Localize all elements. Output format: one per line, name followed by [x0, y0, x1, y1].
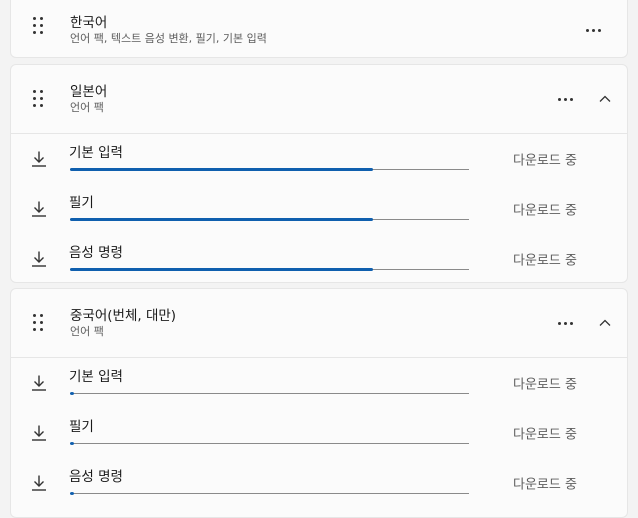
feature-row: 기본 입력다운로드 중	[11, 134, 627, 184]
chevron-up-icon[interactable]	[597, 91, 613, 107]
progress-fill	[70, 218, 374, 221]
language-card-japanese: 일본어 언어 팩 기본 입력 다운로드 중 필기 다운로드 중 음성 명령 다운로드 중	[10, 64, 628, 283]
progress-fill	[70, 442, 74, 445]
progress-fill	[70, 392, 74, 395]
language-title-block: 일본어 언어 팩	[70, 83, 107, 115]
feature-row: 필기다운로드 중	[11, 184, 627, 234]
progress-bar	[70, 218, 469, 221]
feature-list: 기본 입력 다운로드 중 필기 다운로드 중 음성 명령 다운로드 중	[11, 134, 627, 282]
download-icon	[32, 251, 46, 267]
status-text: 다운로드 중	[513, 427, 577, 443]
progress-fill	[70, 492, 74, 495]
progress-bar	[70, 168, 469, 171]
language-card-header: 중국어(번체, 대만) 언어 팩	[11, 289, 627, 357]
progress-bar	[70, 268, 469, 271]
feature-label: 음성 명령	[69, 469, 123, 485]
feature-label: 기본 입력	[69, 145, 123, 161]
status-text: 다운로드 중	[513, 253, 577, 269]
feature-row: 필기다운로드 중	[11, 408, 627, 458]
progress-bar	[70, 442, 469, 445]
more-options-icon[interactable]	[557, 90, 575, 108]
more-options-icon[interactable]	[585, 21, 603, 39]
language-card-korean: 한국어 언어 팩, 텍스트 음성 변환, 필기, 기본 입력	[10, 0, 628, 58]
language-card-header: 일본어 언어 팩	[11, 65, 627, 133]
status-text: 다운로드 중	[513, 477, 577, 493]
drag-handle-icon[interactable]	[33, 314, 45, 332]
progress-bar	[70, 392, 469, 395]
status-text: 다운로드 중	[513, 153, 577, 169]
progress-fill	[70, 268, 374, 271]
language-subtitle: 언어 팩	[70, 325, 104, 338]
status-text: 다운로드 중	[513, 377, 577, 393]
feature-row: 음성 명령다운로드 중	[11, 458, 627, 508]
language-title: 중국어(번체, 대만)	[70, 308, 177, 324]
download-icon	[32, 425, 46, 441]
status-text: 다운로드 중	[513, 203, 577, 219]
language-title-block: 한국어 언어 팩, 텍스트 음성 변환, 필기, 기본 입력	[70, 14, 267, 46]
drag-handle-icon[interactable]	[33, 90, 45, 108]
language-subtitle: 언어 팩, 텍스트 음성 변환, 필기, 기본 입력	[70, 32, 267, 45]
download-icon	[32, 375, 46, 391]
download-icon	[32, 475, 46, 491]
feature-label: 음성 명령	[69, 245, 123, 261]
language-title: 일본어	[70, 84, 108, 100]
progress-fill	[70, 168, 374, 171]
drag-handle-icon[interactable]	[33, 17, 45, 35]
language-subtitle: 언어 팩	[70, 101, 104, 114]
download-icon	[32, 201, 46, 217]
language-title-block: 중국어(번체, 대만) 언어 팩	[70, 307, 176, 339]
feature-label: 필기	[69, 195, 94, 211]
language-card-header: 한국어 언어 팩, 텍스트 음성 변환, 필기, 기본 입력	[11, 0, 627, 57]
download-icon	[32, 151, 46, 167]
more-options-icon[interactable]	[557, 314, 575, 332]
progress-bar	[70, 492, 469, 495]
language-card-chinese-traditional: 중국어(번체, 대만) 언어 팩 기본 입력 다운로드 중 필기 다운로드 중 음성 명…	[10, 288, 628, 518]
feature-row: 음성 명령다운로드 중	[11, 234, 627, 282]
feature-label: 필기	[69, 419, 94, 435]
chevron-up-icon[interactable]	[597, 315, 613, 331]
feature-label: 기본 입력	[69, 369, 123, 385]
feature-row: 기본 입력다운로드 중	[11, 358, 627, 408]
feature-list: 기본 입력 다운로드 중 필기 다운로드 중 음성 명령 다운로드 중	[11, 358, 627, 508]
language-title: 한국어	[70, 15, 108, 31]
